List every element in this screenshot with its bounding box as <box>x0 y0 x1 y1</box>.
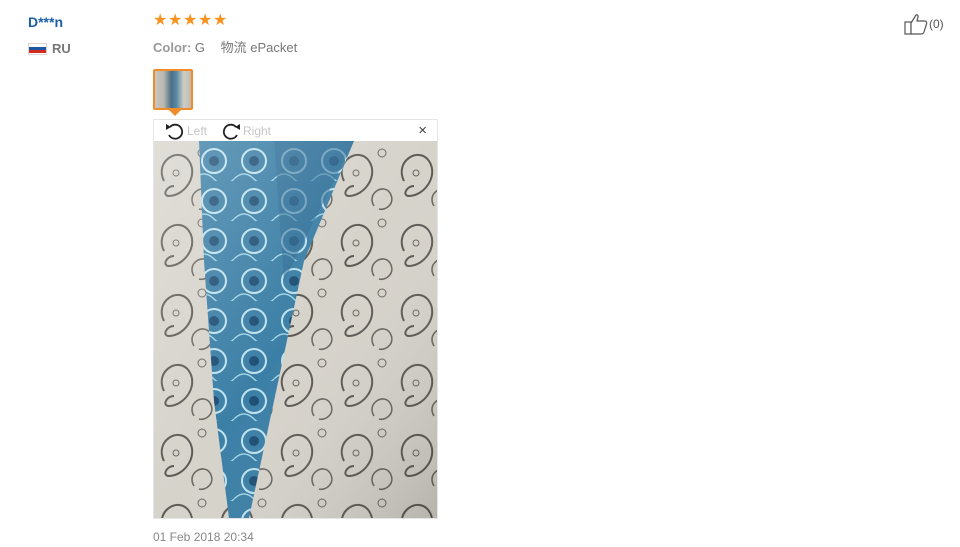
helpful-count: (0) <box>929 17 944 31</box>
viewer-toolbar: Left Right × <box>154 120 437 141</box>
color-label: Color: <box>153 40 192 55</box>
rotate-left-icon <box>166 123 184 140</box>
user-name: D***n <box>28 14 64 30</box>
star-icon: ★ <box>198 12 213 29</box>
thumbnail-caret <box>169 110 181 116</box>
star-icon: ★ <box>213 12 228 29</box>
rotate-left-label: Left <box>187 123 208 138</box>
close-icon[interactable]: × <box>418 122 427 139</box>
star-rating: ★ ★ ★ ★ ★ <box>153 13 228 29</box>
rotate-right-icon <box>222 123 240 140</box>
review-photo <box>154 141 437 518</box>
country-code: RU <box>52 41 71 56</box>
country: RU <box>28 41 71 56</box>
review-photo-thumbnail[interactable] <box>153 69 193 110</box>
review-date: 01 Feb 2018 20:34 <box>153 530 254 544</box>
shipping-value: 物流 ePacket <box>220 40 298 55</box>
russia-flag-icon <box>28 42 47 55</box>
color-value: G <box>194 40 206 55</box>
product-attributes: Color: G 物流 ePacket <box>153 37 297 56</box>
helpful-button[interactable]: (0) <box>904 13 944 35</box>
star-icon: ★ <box>168 12 183 29</box>
rotate-right-button[interactable]: Right <box>220 120 271 141</box>
rotate-right-label: Right <box>243 123 272 138</box>
star-icon: ★ <box>153 12 168 29</box>
thumbs-up-icon <box>904 14 928 35</box>
photo-viewer: Left Right × <box>153 119 438 519</box>
rotate-left-button[interactable]: Left <box>164 120 207 141</box>
star-icon: ★ <box>183 12 198 29</box>
